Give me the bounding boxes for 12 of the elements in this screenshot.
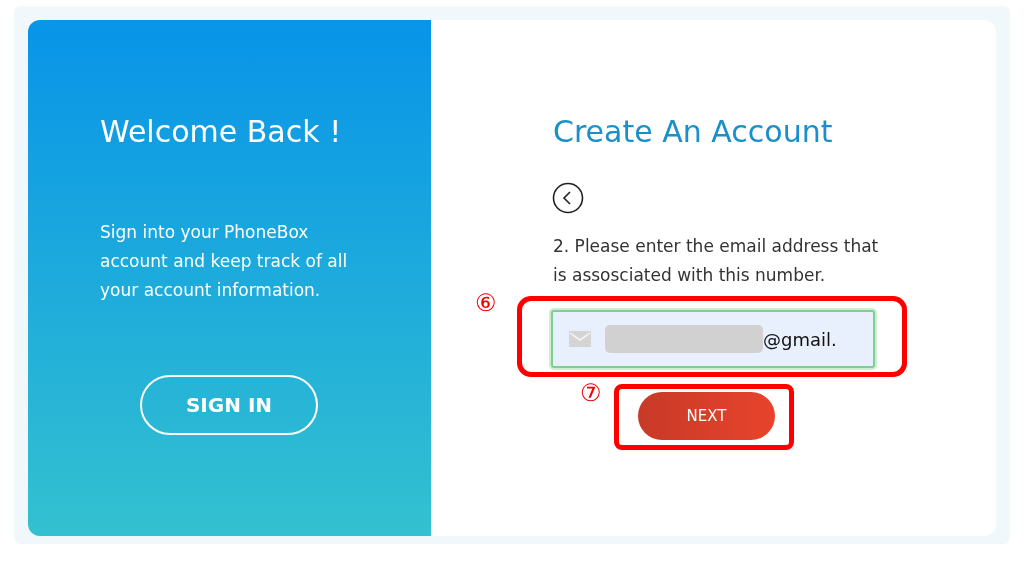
instruction-text: 2. Please enter the email address that is assosciated with this number. bbox=[553, 235, 880, 287]
welcome-text: Sign into your PhoneBox account and keep track of all your account information. bbox=[100, 221, 349, 302]
mail-icon bbox=[569, 331, 591, 347]
next-button[interactable]: NEXT bbox=[638, 392, 775, 440]
form-heading: Create An Account bbox=[553, 113, 833, 151]
annotation-number: ⑥ bbox=[475, 290, 497, 316]
annotation-number: ⑦ bbox=[580, 380, 602, 406]
email-value: @gmail. bbox=[763, 328, 837, 350]
email-field[interactable]: @gmail. bbox=[551, 310, 875, 368]
sign-in-button[interactable]: SIGN IN bbox=[140, 375, 318, 435]
welcome-heading: Welcome Back ! bbox=[100, 113, 343, 151]
back-icon[interactable] bbox=[552, 182, 584, 214]
